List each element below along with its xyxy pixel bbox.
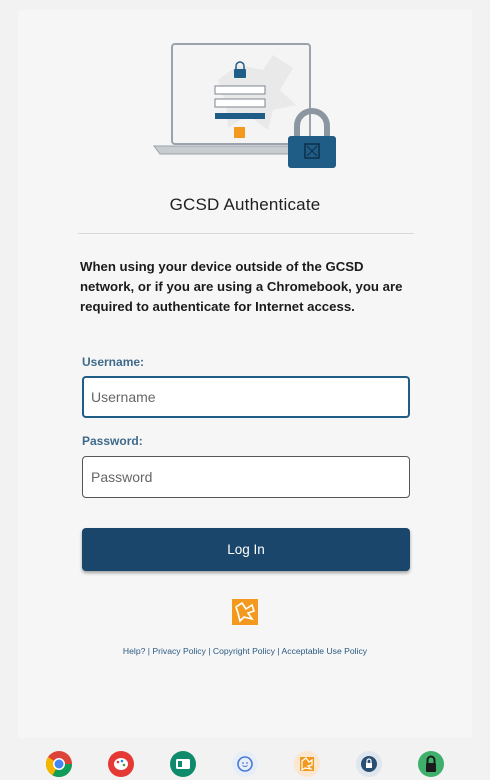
security-icon[interactable] [355, 750, 383, 778]
lock-app-icon[interactable] [417, 750, 445, 778]
acceptable-use-policy-link[interactable]: Acceptable Use Policy [282, 646, 368, 656]
password-label: Password: [82, 434, 143, 448]
chromeos-shelf [0, 740, 490, 780]
auth-notice: When using your device outside of the GC… [80, 259, 403, 314]
divider [78, 233, 414, 234]
page-title: GCSD Authenticate [169, 195, 321, 214]
username-label: Username: [82, 355, 145, 369]
username-input[interactable] [82, 376, 410, 418]
help-link[interactable]: Help? [123, 646, 145, 656]
privacy-policy-link[interactable]: Privacy Policy [152, 646, 205, 656]
laptop-lock-illustration [153, 43, 336, 168]
chrome-icon[interactable] [45, 750, 73, 778]
classroom-icon[interactable] [169, 750, 197, 778]
gcsd-logo-icon [232, 599, 258, 625]
password-input[interactable] [82, 456, 410, 498]
gcsd-app-icon[interactable] [293, 750, 321, 778]
footer-links: Help? | Privacy Policy | Copyright Polic… [122, 646, 368, 656]
paint-icon[interactable] [107, 750, 135, 778]
login-card: GCSD Authenticate When using your device… [18, 10, 472, 738]
chat-icon[interactable] [231, 750, 259, 778]
copyright-policy-link[interactable]: Copyright Policy [213, 646, 275, 656]
login-button[interactable]: Log In [82, 528, 410, 571]
